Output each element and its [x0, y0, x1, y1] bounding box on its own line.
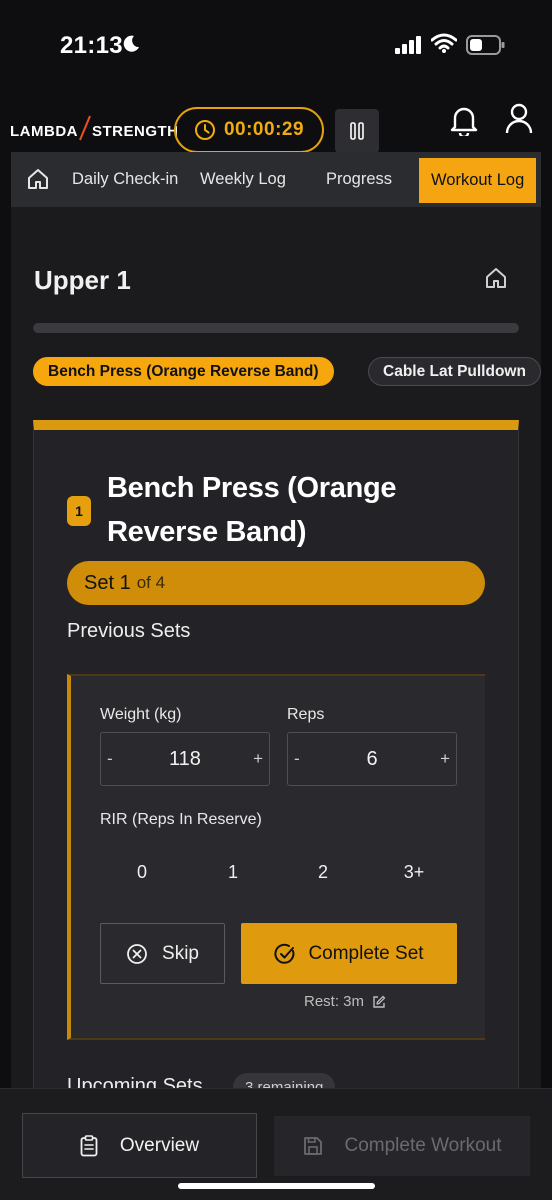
- logo-text-right: STRENGTH: [92, 123, 179, 140]
- save-icon: [303, 1137, 322, 1155]
- bell-icon[interactable]: [449, 104, 479, 136]
- reps-label: Reps: [287, 706, 325, 723]
- exercise-chip[interactable]: Cable Lat Pulldown: [368, 357, 541, 386]
- weight-increment[interactable]: +: [253, 733, 263, 785]
- workout-title: Upper 1: [34, 265, 131, 295]
- complete-workout-label: Complete Workout: [344, 1135, 502, 1156]
- close-circle-icon: [127, 943, 147, 964]
- lambda-slash-icon: [79, 115, 91, 141]
- exercise-index-badge: 1: [67, 496, 91, 526]
- battery-icon: [466, 35, 505, 55]
- exercise-chip-active[interactable]: Bench Press (Orange Reverse Band): [33, 357, 334, 386]
- exercise-chip-row[interactable]: Bench Press (Orange Reverse Band) Cable …: [33, 357, 541, 387]
- logo-text-left: LAMBDA: [10, 123, 78, 140]
- current-set-panel: Weight (kg) - 118 + Reps - 6 + RIR (Reps…: [67, 674, 485, 1040]
- workout-progress-bar: [33, 323, 519, 333]
- timer-value: 00:00:29: [223, 119, 305, 140]
- rir-option-0[interactable]: 0: [122, 862, 162, 883]
- set-total: of 4: [136, 573, 166, 592]
- set-label: Set 1: [84, 571, 131, 594]
- workout-panel: Upper 1 Bench Press (Orange Reverse Band…: [11, 207, 541, 1110]
- clipboard-icon: [80, 1134, 98, 1156]
- skip-label: Skip: [162, 942, 199, 964]
- rir-option-1[interactable]: 1: [213, 862, 253, 883]
- complete-workout-button[interactable]: Complete Workout: [274, 1116, 530, 1176]
- nav-workout-log[interactable]: Workout Log: [419, 158, 537, 203]
- check-circle-icon: [274, 943, 295, 964]
- home-icon[interactable]: [27, 168, 49, 190]
- app-header: LAMBDA STRENGTH 00:00:29: [0, 90, 552, 153]
- status-bar: 21:13: [0, 0, 552, 90]
- user-icon[interactable]: [505, 103, 533, 135]
- reps-increment[interactable]: +: [440, 733, 450, 785]
- nav-weekly-log[interactable]: Weekly Log: [200, 152, 286, 207]
- clock: 21:13: [60, 32, 123, 59]
- rir-option-3plus[interactable]: 3+: [394, 862, 434, 883]
- weight-label: Weight (kg): [100, 706, 182, 723]
- pause-button[interactable]: [335, 109, 379, 153]
- reps-stepper[interactable]: - 6 +: [287, 732, 457, 786]
- rest-timer[interactable]: Rest: 3m: [304, 993, 386, 1010]
- moon-icon: [123, 35, 139, 52]
- skip-set-button[interactable]: Skip: [100, 923, 225, 984]
- workout-timer[interactable]: 00:00:29: [174, 107, 324, 153]
- rir-option-2[interactable]: 2: [303, 862, 343, 883]
- overview-button[interactable]: Overview: [22, 1113, 257, 1178]
- home-icon[interactable]: [485, 267, 507, 289]
- exercise-card: 1 Bench Press (Orange Reverse Band) Set …: [33, 420, 519, 1110]
- set-indicator: Set 1 of 4: [67, 561, 485, 605]
- pause-icon: [350, 122, 364, 140]
- clock-icon: [194, 120, 215, 140]
- weight-stepper[interactable]: - 118 +: [100, 732, 270, 786]
- overview-label: Overview: [119, 1134, 200, 1156]
- nav-daily-checkin[interactable]: Daily Check-in: [72, 152, 178, 207]
- exercise-name: Bench Press (Orange Reverse Band): [107, 472, 397, 548]
- reps-value[interactable]: 6: [288, 733, 456, 785]
- rir-label: RIR (Reps In Reserve): [100, 811, 262, 828]
- wifi-icon: [431, 33, 457, 53]
- bottom-action-bar: Overview Complete Workout: [0, 1088, 552, 1200]
- signal-icon: [395, 36, 421, 54]
- weight-value[interactable]: 118: [101, 733, 269, 785]
- top-nav: Daily Check-in Weekly Log Progress Worko…: [11, 152, 541, 207]
- previous-sets-heading: Previous Sets: [67, 620, 191, 642]
- brand-logo[interactable]: LAMBDA STRENGTH: [10, 108, 179, 141]
- nav-progress[interactable]: Progress: [326, 152, 392, 207]
- complete-set-label: Complete Set: [308, 942, 424, 964]
- edit-icon[interactable]: [372, 995, 386, 1009]
- home-indicator: [178, 1183, 375, 1189]
- rest-label: Rest: 3m: [304, 993, 365, 1010]
- complete-set-button[interactable]: Complete Set: [241, 923, 457, 984]
